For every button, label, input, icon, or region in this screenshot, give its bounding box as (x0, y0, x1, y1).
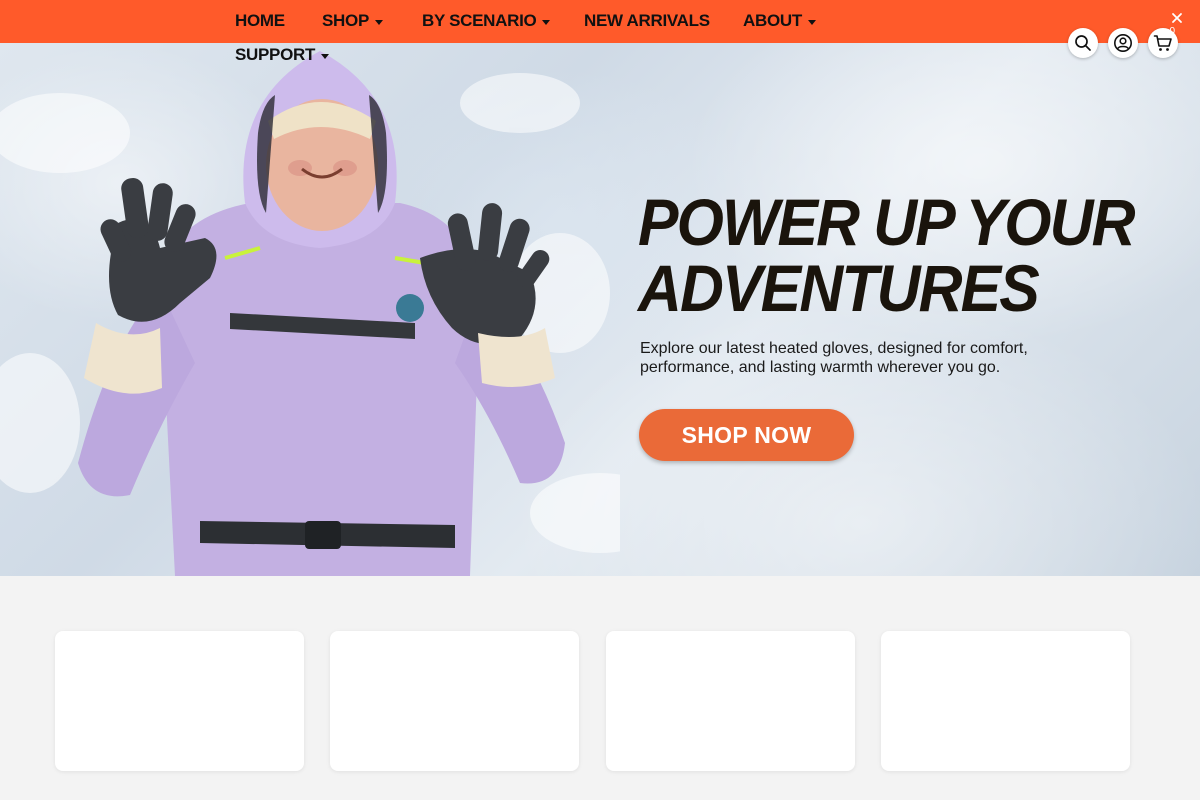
nav-item-label: HOME (235, 11, 285, 30)
search-button[interactable] (1068, 28, 1098, 58)
hero-copy: POWER UP YOUR ADVENTURES Explore our lat… (638, 189, 1158, 377)
hero-title-line-1: POWER UP YOUR (638, 185, 1135, 259)
product-card[interactable] (330, 631, 579, 771)
nav-item-about[interactable]: ABOUT (743, 11, 816, 31)
nav-item-label: SUPPORT (235, 45, 316, 64)
product-card[interactable] (881, 631, 1130, 771)
close-icon[interactable] (1171, 11, 1183, 29)
nav-item-by-scenario[interactable]: BY SCENARIO (422, 11, 551, 31)
nav-item-shop[interactable]: SHOP (322, 11, 383, 31)
chevron-down-icon (321, 53, 330, 59)
hero-banner: POWER UP YOUR ADVENTURES Explore our lat… (0, 43, 1200, 576)
nav-item-support[interactable]: SUPPORT (235, 45, 330, 65)
shop-now-button[interactable]: SHOP NOW (639, 409, 854, 461)
chevron-down-icon (542, 19, 551, 25)
nav-item-home[interactable]: HOME (235, 11, 285, 31)
product-card[interactable] (55, 631, 304, 771)
cart-button[interactable]: 0 (1148, 26, 1178, 58)
hero-title: POWER UP YOUR ADVENTURES (638, 189, 1135, 321)
search-icon (1074, 34, 1092, 52)
nav-item-label: SHOP (322, 11, 369, 30)
hero-image (0, 51, 620, 576)
nav-item-label: BY SCENARIO (422, 11, 537, 30)
nav-item-new-arrivals[interactable]: NEW ARRIVALS (584, 11, 710, 31)
account-button[interactable] (1108, 28, 1138, 58)
hero-subtitle: Explore our latest heated gloves, design… (640, 340, 1028, 376)
product-card[interactable] (606, 631, 855, 771)
nav-item-label: NEW ARRIVALS (584, 11, 710, 30)
account-icon (1113, 33, 1133, 53)
header-actions: 0 (1068, 26, 1178, 58)
chevron-down-icon (374, 19, 383, 25)
hero-title-line-2: ADVENTURES (638, 251, 1040, 325)
product-cards-row (55, 631, 1131, 771)
nav-item-label: ABOUT (743, 11, 802, 30)
chevron-down-icon (807, 19, 816, 25)
